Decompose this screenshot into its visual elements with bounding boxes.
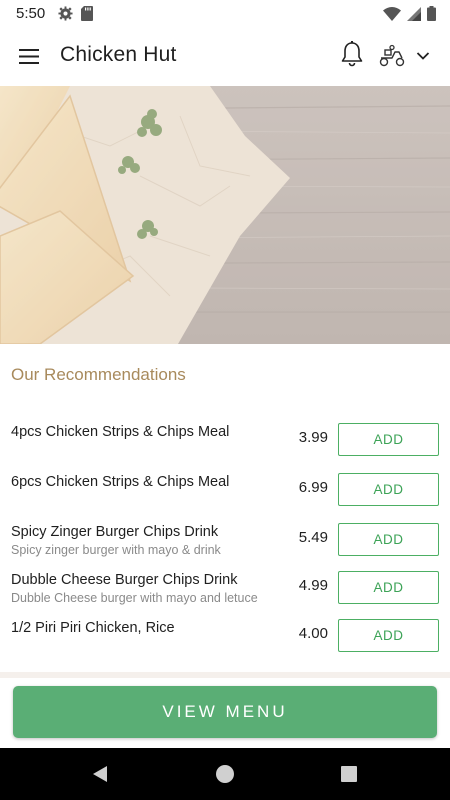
status-right-icons <box>383 6 436 21</box>
recents-icon[interactable] <box>341 766 357 782</box>
wifi-icon <box>383 6 401 21</box>
app-bar: Chicken Hut <box>0 28 450 86</box>
item-name: 1/2 Piri Piri Chicken, Rice <box>11 620 175 636</box>
system-nav-bar <box>0 748 450 800</box>
item-price: 6.99 <box>298 479 328 496</box>
back-icon[interactable] <box>90 764 110 784</box>
hamburger-menu-icon[interactable] <box>16 44 42 70</box>
signal-icon <box>407 6 421 21</box>
list-item: 1/2 Piri Piri Chicken, Rice 4.00 ADD <box>0 614 450 658</box>
home-icon[interactable] <box>216 765 234 783</box>
item-price: 4.00 <box>298 625 328 642</box>
add-button[interactable]: ADD <box>338 473 439 506</box>
item-price: 3.99 <box>298 429 328 446</box>
delivery-scooter-icon <box>379 44 405 67</box>
hero-image <box>0 86 450 344</box>
item-description: Dubble Cheese burger with mayo and letuc… <box>11 591 258 605</box>
divider <box>0 672 450 678</box>
item-name: Dubble Cheese Burger Chips Drink <box>11 572 238 588</box>
status-time: 5:50 <box>16 5 46 22</box>
item-description: Spicy zinger burger with mayo & drink <box>11 543 221 557</box>
page-title: Chicken Hut <box>60 43 177 66</box>
status-left-icons <box>58 6 93 21</box>
item-name: 6pcs Chicken Strips & Chips Meal <box>11 474 230 490</box>
view-menu-button[interactable]: VIEW MENU <box>13 686 437 738</box>
add-button[interactable]: ADD <box>338 571 439 604</box>
delivery-mode-selector[interactable] <box>378 42 438 70</box>
bell-icon[interactable] <box>340 40 364 68</box>
item-price: 4.99 <box>298 577 328 594</box>
list-item: Spicy Zinger Burger Chips Drink Spicy zi… <box>0 518 450 562</box>
list-item: 6pcs Chicken Strips & Chips Meal 6.99 AD… <box>0 468 450 512</box>
battery-icon <box>427 6 436 21</box>
add-button[interactable]: ADD <box>338 423 439 456</box>
chevron-down-icon <box>416 52 430 60</box>
status-bar: 5:50 <box>0 0 450 28</box>
item-name: 4pcs Chicken Strips & Chips Meal <box>11 424 230 440</box>
list-item: Dubble Cheese Burger Chips Drink Dubble … <box>0 566 450 610</box>
section-title: Our Recommendations <box>11 365 186 384</box>
add-button[interactable]: ADD <box>338 523 439 556</box>
list-item: 4pcs Chicken Strips & Chips Meal 3.99 AD… <box>0 418 450 462</box>
add-button[interactable]: ADD <box>338 619 439 652</box>
sd-card-icon <box>81 6 93 21</box>
gear-icon <box>58 6 73 21</box>
item-name: Spicy Zinger Burger Chips Drink <box>11 524 219 540</box>
item-price: 5.49 <box>298 529 328 546</box>
